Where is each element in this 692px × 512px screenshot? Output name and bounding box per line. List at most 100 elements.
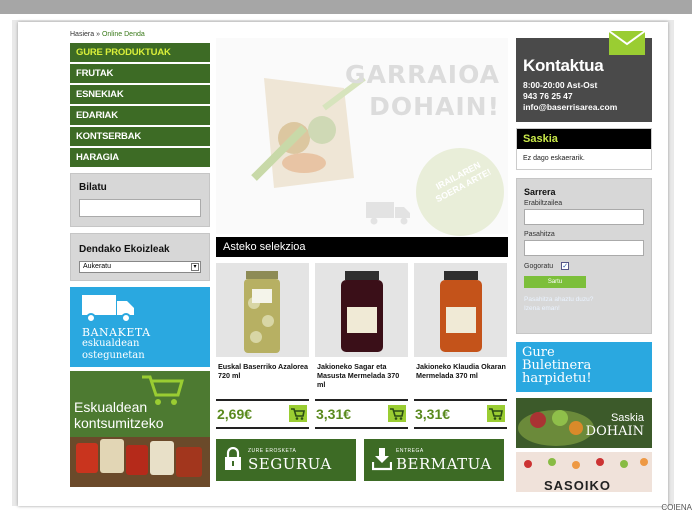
contact-hours: 8:00-20:00 Ast-Ost xyxy=(523,80,598,90)
vegetables-image xyxy=(251,75,366,188)
menu-item-frutak[interactable]: FRUTAK xyxy=(70,64,210,83)
forgot-password-link[interactable]: Pasahitza ahaztu duzu? xyxy=(524,296,644,303)
hero-stamp: IRAILAREN SOERA ARTE! xyxy=(416,148,504,236)
product-card[interactable]: Jakioneko Klaudia Okaran Mermelada 370 m… xyxy=(414,263,507,429)
newsletter-banner[interactable]: Gure Buletinera harpidetu! xyxy=(516,342,652,392)
secure-small-text: ZURE EROSKETA xyxy=(248,448,297,454)
producers-title: Dendako Ekoizleak xyxy=(79,244,170,255)
login-title: Sarrera xyxy=(524,187,556,197)
trust-badges: ZURE EROSKETA SEGURUA ENTREGA BERMATUA xyxy=(216,439,508,481)
eskualdean-line1: Eskualdean xyxy=(74,399,148,415)
jars-image xyxy=(70,437,210,487)
breadcrumb-separator: » xyxy=(96,31,100,38)
truck-icon xyxy=(82,295,134,323)
download-box-icon xyxy=(372,448,392,471)
username-label: Erabiltzailea xyxy=(524,200,563,207)
product-name[interactable]: Jakioneko Klaudia Okaran Mermelada 370 m… xyxy=(414,357,507,399)
search-input[interactable] xyxy=(79,199,201,217)
jar-image xyxy=(216,263,309,357)
product-image[interactable] xyxy=(414,263,507,357)
footer-label: COIENA xyxy=(661,503,692,512)
free-basket-line2: DOHAIN xyxy=(585,424,644,439)
product-image[interactable] xyxy=(216,263,309,357)
producers-select[interactable]: Aukeratu ▾ xyxy=(79,261,201,273)
free-basket-line1: Saskia xyxy=(610,412,644,424)
main-content: GARRAIOA DOHAIN! IRAILAREN SOERA ARTE! A… xyxy=(216,38,508,481)
product-card[interactable]: Euskal Baserriko Azalorea 720 ml 2,69€ xyxy=(216,263,309,429)
remember-label: Gogoratu xyxy=(524,262,554,270)
breadcrumb: Hasiera » Online Denda xyxy=(70,31,145,38)
cart-icon xyxy=(291,408,305,420)
product-image[interactable] xyxy=(315,263,408,357)
hero-stamp-text: IRAILAREN SOERA ARTE! xyxy=(433,159,493,205)
product-price-row: 2,69€ xyxy=(216,399,309,429)
eskualdean-banner[interactable]: Eskualdean kontsumitzeko xyxy=(70,371,210,487)
weekly-section-title: Asteko selekzioa xyxy=(216,237,508,257)
login-box: Sarrera Erabiltzailea Pasahitza Gogoratu… xyxy=(516,178,652,334)
banaketa-banner[interactable]: BANAKETA eskualdean ostegunetan xyxy=(70,287,210,367)
add-to-cart-button[interactable] xyxy=(289,405,307,422)
product-price-row: 3,31€ xyxy=(414,399,507,429)
add-to-cart-button[interactable] xyxy=(487,405,505,422)
breadcrumb-home[interactable]: Hasiera xyxy=(70,31,94,38)
product-price: 3,31€ xyxy=(316,406,352,422)
menu-item-haragia[interactable]: HARAGIA xyxy=(70,148,210,167)
search-title: Bilatu xyxy=(79,182,107,193)
menu-item-esnekiak[interactable]: ESNEKIAK xyxy=(70,85,210,104)
producers-box: Dendako Ekoizleak Aukeratu ▾ xyxy=(70,233,210,281)
banaketa-line2: eskualdean xyxy=(82,338,140,349)
add-to-cart-button[interactable] xyxy=(388,405,406,422)
menu-item-kontserbak[interactable]: KONTSERBAK xyxy=(70,127,210,146)
secure-purchase-badge: ZURE EROSKETA SEGURUA xyxy=(216,439,356,481)
hero-line2: DOHAIN! xyxy=(369,92,500,121)
breadcrumb-current[interactable]: Online Denda xyxy=(102,31,145,38)
producers-selected: Aukeratu xyxy=(83,263,112,270)
banaketa-line3: ostegunetan xyxy=(82,350,145,361)
newsletter-line3: harpidetu! xyxy=(522,371,592,386)
remember-row: Gogoratu ✓ xyxy=(524,262,644,270)
product-price-row: 3,31€ xyxy=(315,399,408,429)
product-card[interactable]: Jakioneko Sagar eta Masusta Mermelada 37… xyxy=(315,263,408,429)
menu-item-edariak[interactable]: EDARIAK xyxy=(70,106,210,125)
chevron-down-icon: ▾ xyxy=(191,263,199,271)
right-sidebar: Kontaktua 8:00-20:00 Ast-Ost 943 76 25 4… xyxy=(516,30,652,493)
browser-top-bar xyxy=(0,0,692,14)
password-input[interactable] xyxy=(524,240,644,256)
guaranteed-delivery-badge: ENTREGA BERMATUA xyxy=(364,439,504,481)
cart-box: Saskia Ez dago eskaerarik. xyxy=(516,128,652,170)
product-name[interactable]: Euskal Baserriko Azalorea 720 ml xyxy=(216,357,309,399)
left-sidebar: GURE PRODUKTUAK FRUTAK ESNEKIAK EDARIAK … xyxy=(70,43,210,487)
product-list: Euskal Baserriko Azalorea 720 ml 2,69€ J… xyxy=(216,263,508,429)
free-basket-banner[interactable]: Saskia DOHAIN xyxy=(516,398,652,448)
jar-image xyxy=(315,263,408,357)
product-price: 3,31€ xyxy=(415,406,451,422)
register-link[interactable]: Izena eman! xyxy=(524,305,644,312)
cart-icon xyxy=(489,408,503,420)
product-price: 2,69€ xyxy=(217,406,253,422)
seasonal-banner[interactable]: SASOIKO xyxy=(516,452,652,493)
cart-title: Saskia xyxy=(517,129,651,149)
cart-icon xyxy=(390,408,404,420)
search-box: Bilatu xyxy=(70,173,210,227)
delivery-big-text: BERMATUA xyxy=(396,455,492,473)
cart-empty-text: Ez dago eskaerarik. xyxy=(523,155,585,162)
eskualdean-line2: kontsumitzeko xyxy=(74,415,164,431)
delivery-truck-icon xyxy=(366,202,410,225)
contact-phone: 943 76 25 47 xyxy=(523,91,573,101)
contact-title: Kontaktua xyxy=(523,56,604,75)
delivery-small-text: ENTREGA xyxy=(396,448,424,454)
username-input[interactable] xyxy=(524,209,644,225)
envelope-icon xyxy=(608,30,646,55)
login-button[interactable]: Sartu xyxy=(524,276,586,288)
hero-line1: GARRAIOA xyxy=(345,60,500,89)
remember-checkbox[interactable]: ✓ xyxy=(561,262,570,270)
lock-icon xyxy=(225,447,241,470)
secure-big-text: SEGURUA xyxy=(248,455,332,473)
seasonal-label: SASOIKO xyxy=(544,478,611,493)
product-name[interactable]: Jakioneko Sagar eta Masusta Mermelada 37… xyxy=(315,357,408,399)
hero-banner[interactable]: GARRAIOA DOHAIN! IRAILAREN SOERA ARTE! xyxy=(216,38,508,236)
web-page: Hasiera » Online Denda GURE PRODUKTUAK F… xyxy=(18,22,668,506)
contact-email[interactable]: info@baserrisarea.com xyxy=(523,102,617,112)
menu-item-gure-produktuak[interactable]: GURE PRODUKTUAK xyxy=(70,43,210,62)
password-label: Pasahitza xyxy=(524,231,555,238)
